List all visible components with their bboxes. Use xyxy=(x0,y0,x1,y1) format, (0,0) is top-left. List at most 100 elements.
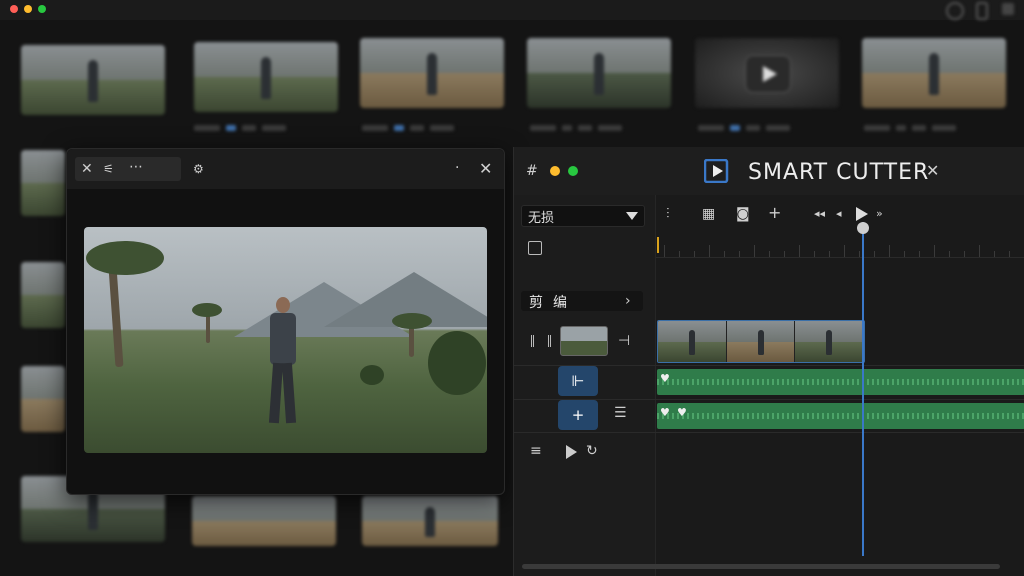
ruler-tick xyxy=(859,251,860,257)
clip-frame xyxy=(795,321,864,362)
clip-frame xyxy=(726,321,796,362)
ruler-tick xyxy=(844,245,845,257)
sliders-icon[interactable]: ⚟ xyxy=(103,161,114,177)
playhead[interactable] xyxy=(862,222,864,556)
app-title: SMART CUTTER xyxy=(748,160,930,185)
media-thumbnail[interactable] xyxy=(360,38,504,108)
media-thumbnail[interactable] xyxy=(194,42,338,112)
track-divider xyxy=(514,399,1024,400)
bush xyxy=(360,365,384,385)
track-control-panel: 无损 剪编 › ⊣ ⊩ + ☰ ≡ ↻ xyxy=(514,195,656,576)
media-thumbnail[interactable] xyxy=(21,366,65,432)
ruler-tick xyxy=(964,251,965,257)
forward-icon[interactable]: » xyxy=(876,206,883,222)
chevron-right-icon[interactable]: › xyxy=(625,293,631,309)
media-thumbnail[interactable] xyxy=(192,496,336,546)
close-icon[interactable]: ✕ xyxy=(479,161,492,177)
keyframe-marker[interactable]: ♥ xyxy=(660,406,670,419)
timeline-toolbar: ⫶ ▦ ◙ + ◂◂ ◂ » xyxy=(656,195,1024,233)
ruler-tick xyxy=(889,245,890,257)
audio-clip[interactable]: ♥ xyxy=(657,369,1024,395)
play-icon[interactable] xyxy=(566,445,577,459)
camera-icon[interactable]: ◙ xyxy=(736,206,750,222)
window-control-icon[interactable] xyxy=(1002,3,1014,15)
palm-leaves xyxy=(392,313,432,329)
timeline-scrollbar[interactable] xyxy=(522,564,1000,569)
media-thumbnail[interactable] xyxy=(21,150,65,216)
minimize-traffic-light[interactable] xyxy=(550,166,560,176)
mode-select-value: 无损 xyxy=(528,211,555,226)
zoom-traffic-light[interactable] xyxy=(568,166,578,176)
palm-leaves xyxy=(192,303,222,317)
preview-tab[interactable]: ✕ ⚟ ⋯ xyxy=(75,157,181,181)
thumbnail-meta xyxy=(530,116,650,131)
save-icon[interactable] xyxy=(528,241,542,255)
plus-icon[interactable]: + xyxy=(768,205,781,221)
window-control-icon[interactable] xyxy=(976,2,988,20)
loop-icon[interactable]: ↻ xyxy=(586,443,598,459)
playhead-handle[interactable] xyxy=(857,222,869,234)
keyframe-marker[interactable]: ♥ xyxy=(660,372,670,385)
edit-section-label: 剪编 xyxy=(529,295,577,311)
bush xyxy=(428,331,486,395)
clip-frame xyxy=(658,321,727,362)
minimize-traffic-light[interactable] xyxy=(24,5,32,13)
in-marker[interactable] xyxy=(657,237,659,253)
more-dot-icon[interactable]: · xyxy=(455,160,459,176)
mode-select[interactable]: 无损 xyxy=(521,205,645,227)
ruler-tick xyxy=(994,251,995,257)
ruler-tick xyxy=(829,251,830,257)
chevron-down-icon xyxy=(626,212,638,220)
rewind-icon[interactable]: ◂◂ xyxy=(814,206,825,222)
media-thumbnail[interactable] xyxy=(695,38,839,108)
background-title-bar xyxy=(0,0,1024,20)
media-thumbnail[interactable] xyxy=(362,496,498,546)
track-thumbnail[interactable] xyxy=(560,326,608,356)
track-divider xyxy=(514,365,1024,366)
thumbnail-meta xyxy=(864,116,984,131)
ruler-tick xyxy=(784,251,785,257)
ruler-tick xyxy=(919,251,920,257)
thumbnail-meta xyxy=(194,116,314,131)
media-thumbnail[interactable] xyxy=(21,45,165,115)
ruler-tick xyxy=(814,251,815,257)
editor-header: # SMART CUTTER ✕ xyxy=(514,147,1024,195)
media-thumbnail[interactable] xyxy=(527,38,671,108)
adjust-icon[interactable]: ⚙ xyxy=(193,161,204,177)
ruler-tick xyxy=(739,251,740,257)
ruler-tick xyxy=(874,251,875,257)
equalizer-icon[interactable]: ☰ xyxy=(614,405,627,421)
play-icon[interactable] xyxy=(745,55,791,93)
timeline-ruler[interactable] xyxy=(656,233,1024,258)
split-icon[interactable]: ⊣ xyxy=(618,333,630,349)
window-control-icon[interactable] xyxy=(946,2,964,20)
audio-track-control[interactable]: ⊩ xyxy=(558,366,598,396)
grid-icon[interactable]: ▦ xyxy=(702,206,715,222)
ruler-tick xyxy=(949,251,950,257)
ruler-tick xyxy=(769,251,770,257)
zoom-traffic-light[interactable] xyxy=(38,5,46,13)
thumbnail-meta xyxy=(362,116,482,131)
play-icon[interactable] xyxy=(856,207,868,221)
step-back-icon[interactable]: ◂ xyxy=(836,206,842,222)
more-icon[interactable]: ⋯ xyxy=(129,159,143,175)
hashtag-icon[interactable]: # xyxy=(526,163,538,179)
media-thumbnail[interactable] xyxy=(862,38,1006,108)
film-strip-icon[interactable] xyxy=(531,335,551,347)
keyframe-marker[interactable]: ♥ xyxy=(677,406,687,419)
waveform-icon[interactable]: ⫶ xyxy=(666,206,670,222)
edit-section-header[interactable]: 剪编 › xyxy=(521,291,643,311)
close-icon[interactable]: ✕ xyxy=(926,163,939,179)
preview-frame[interactable] xyxy=(84,227,487,453)
ruler-tick xyxy=(754,245,755,257)
ruler-tick xyxy=(709,245,710,257)
video-clip[interactable] xyxy=(657,320,865,363)
media-thumbnail[interactable] xyxy=(21,262,65,328)
palm-tree xyxy=(108,266,124,368)
close-traffic-light[interactable] xyxy=(10,5,18,13)
list-sort-icon[interactable]: ≡ xyxy=(530,443,542,459)
person-leg xyxy=(268,362,284,424)
close-icon[interactable]: ✕ xyxy=(81,161,93,177)
audio-clip[interactable]: ♥ ♥ xyxy=(657,403,1024,429)
audio-track-control[interactable]: + xyxy=(558,400,598,430)
